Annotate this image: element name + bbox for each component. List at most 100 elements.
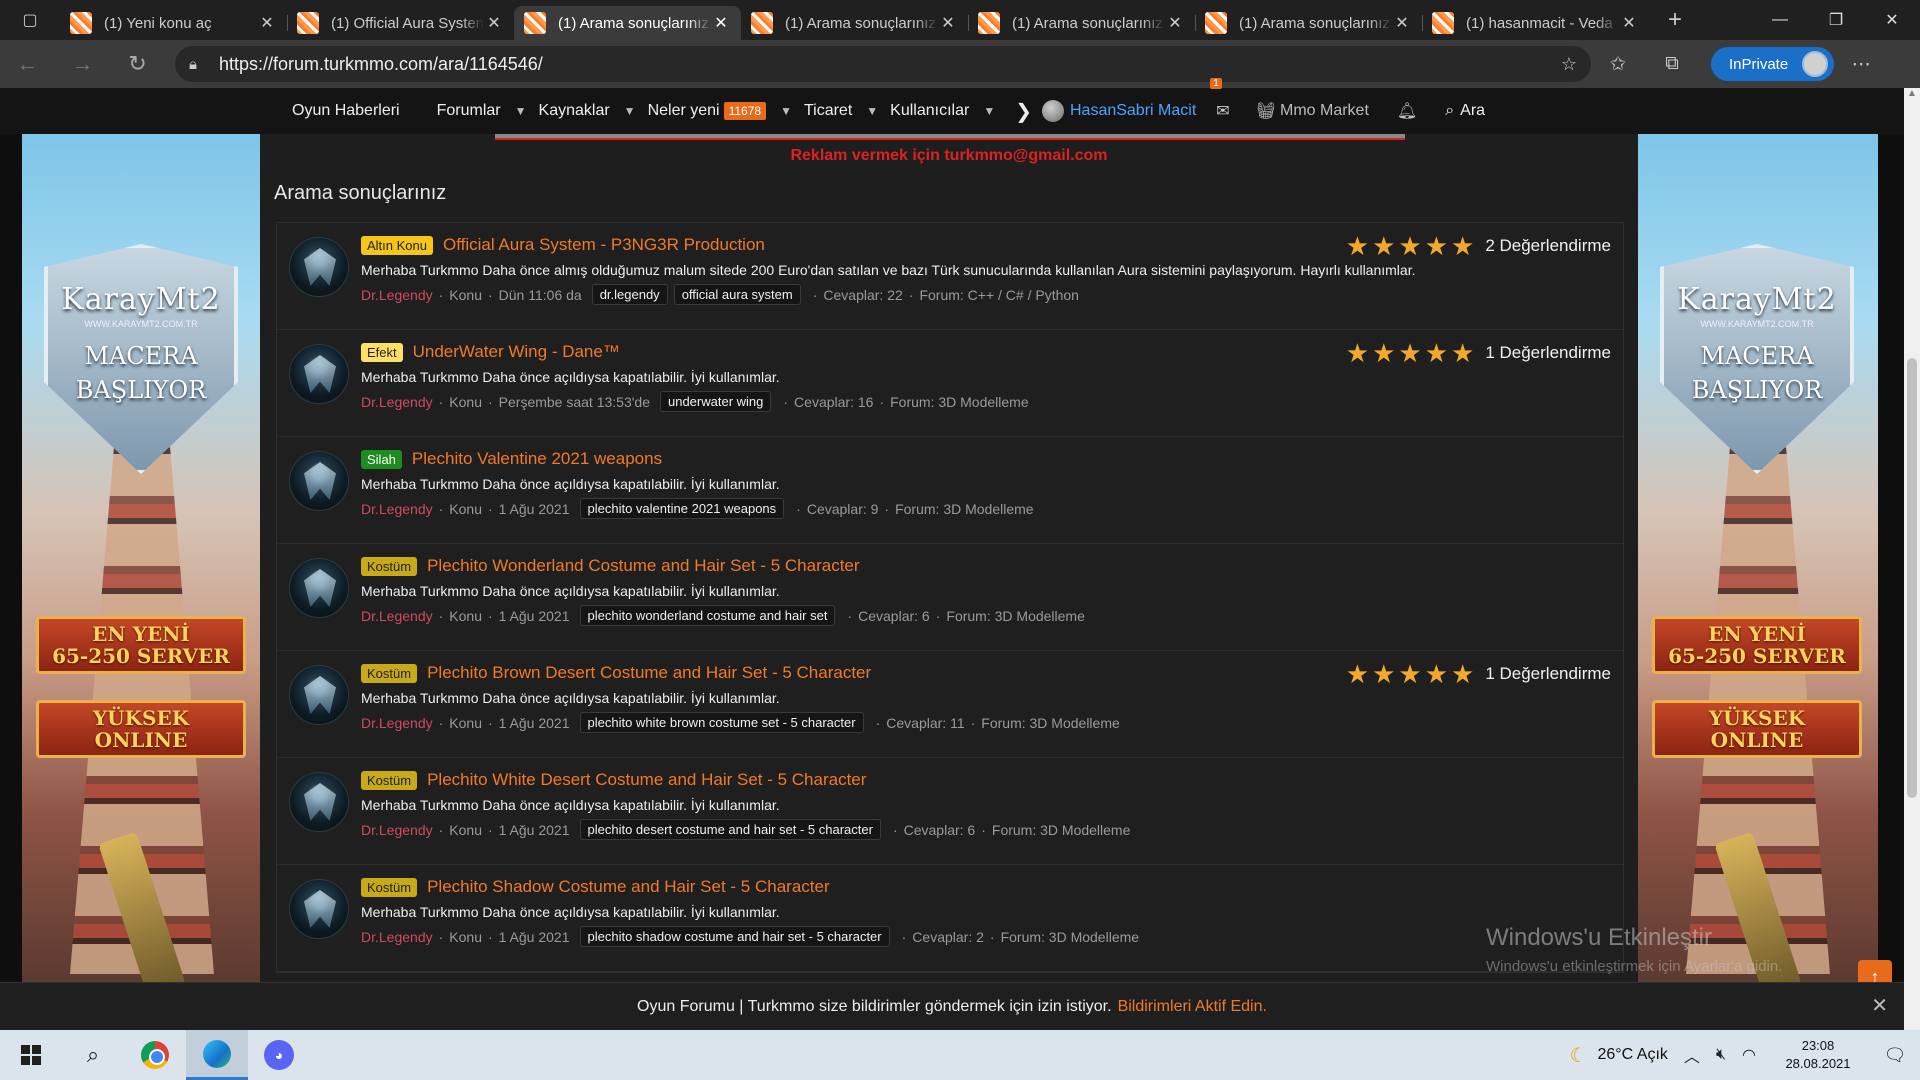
close-notify-icon[interactable]: ✕ <box>1871 993 1888 1018</box>
thread-title-link[interactable]: UnderWater Wing - Dane™ <box>413 342 620 362</box>
scroll-up-arrow-icon[interactable]: ▲ <box>1904 88 1920 104</box>
tag-chip[interactable]: plechito desert costume and hair set - 5… <box>579 819 881 840</box>
taskbar-chrome[interactable] <box>124 1030 186 1080</box>
caret-down-icon[interactable]: ▼ <box>515 104 527 118</box>
back-button[interactable]: ← <box>0 40 55 88</box>
author-link[interactable]: Dr.Legendy <box>361 287 433 303</box>
notifications-button[interactable]: 🔔︎ <box>1397 88 1417 134</box>
author-link[interactable]: Dr.Legendy <box>361 822 433 838</box>
close-window-icon[interactable]: ✕ <box>1864 0 1920 40</box>
add-favorite-icon[interactable]: ☆ <box>1561 54 1577 75</box>
forum-link[interactable]: Forum: C++ / C# / Python <box>919 287 1079 303</box>
tab-close-icon[interactable]: ✕ <box>1619 13 1639 33</box>
tag-chip[interactable]: underwater wing <box>659 391 772 412</box>
tag-chip[interactable]: plechito wonderland costume and hair set <box>579 605 836 626</box>
thread-title-link[interactable]: Official Aura System - P3NG3R Production <box>443 235 765 255</box>
tab-close-icon[interactable]: ✕ <box>1392 13 1412 33</box>
caret-down-icon[interactable]: ▼ <box>624 104 636 118</box>
right-ad-banner[interactable]: KarayMt2 WWW.KARAYMT2.COM.TR MACERA BAŞLI… <box>1638 134 1878 982</box>
forward-button[interactable]: → <box>55 40 110 88</box>
forum-link[interactable]: Forum: 3D Modelleme <box>890 394 1029 410</box>
chevron-up-icon[interactable]: ︿ <box>1684 1043 1700 1067</box>
tab-actions-button[interactable]: ▢ <box>0 0 60 40</box>
author-avatar[interactable] <box>289 772 349 832</box>
tab-close-icon[interactable]: ✕ <box>257 13 277 33</box>
thread-title-link[interactable]: Plechito White Desert Costume and Hair S… <box>427 770 866 790</box>
tag-chip[interactable]: official aura system <box>673 284 801 305</box>
caret-down-icon[interactable]: ▼ <box>983 104 995 118</box>
author-avatar[interactable] <box>289 344 349 404</box>
tag-chip[interactable]: plechito shadow costume and hair set - 5… <box>579 926 890 947</box>
new-tab-button[interactable]: + <box>1655 6 1695 34</box>
tag-chip[interactable]: plechito valentine 2021 weapons <box>579 498 785 519</box>
taskbar-search-button[interactable]: ⌕ <box>62 1030 124 1080</box>
author-link[interactable]: Dr.Legendy <box>361 394 433 410</box>
browser-tab-active[interactable]: (1) Arama sonuçlarınız ✕ <box>514 6 741 40</box>
scrollbar-thumb[interactable] <box>1907 358 1917 798</box>
author-avatar[interactable] <box>289 558 349 618</box>
thread-title-link[interactable]: Plechito Brown Desert Costume and Hair S… <box>427 663 871 683</box>
author-avatar[interactable] <box>289 451 349 511</box>
browser-tab[interactable]: (1) hasanmacit - Veda ✕ <box>1422 6 1649 40</box>
thread-title-link[interactable]: Plechito Valentine 2021 weapons <box>412 449 662 469</box>
tag-chip[interactable]: dr.legendy <box>591 284 668 305</box>
settings-more-button[interactable]: ⋯ <box>1834 40 1888 88</box>
ad-contact-text[interactable]: Reklam vermek için turkmmo@gmail.com <box>260 147 1638 165</box>
left-ad-banner[interactable]: KarayMt2 WWW.KARAYMT2.COM.TR MACERA BAŞLI… <box>22 134 260 982</box>
author-link[interactable]: Dr.Legendy <box>361 715 433 731</box>
nav-oyun-haberleri[interactable]: Oyun Haberleri <box>292 88 400 134</box>
nav-kullanicilar[interactable]: Kullanıcılar ▼ <box>890 88 1007 134</box>
thread-title-link[interactable]: Plechito Wonderland Costume and Hair Set… <box>427 556 859 576</box>
author-avatar[interactable] <box>289 665 349 725</box>
taskbar-edge[interactable] <box>186 1030 248 1080</box>
author-link[interactable]: Dr.Legendy <box>361 929 433 945</box>
nav-ticaret[interactable]: Ticaret ▼ <box>804 88 890 134</box>
tag-chip[interactable]: plechito white brown costume set - 5 cha… <box>579 712 864 733</box>
author-link[interactable]: Dr.Legendy <box>361 501 433 517</box>
forum-link[interactable]: Forum: 3D Modelleme <box>946 608 1085 624</box>
inbox-button[interactable]: 1 ✉ <box>1210 78 1230 134</box>
tab-close-icon[interactable]: ✕ <box>484 13 504 33</box>
browser-tab[interactable]: (1) Arama sonuçlarınız ✕ <box>1195 6 1422 40</box>
weather-text[interactable]: 26°C Açık <box>1597 1046 1667 1064</box>
minimize-icon[interactable]: — <box>1752 0 1808 40</box>
nav-neler-yeni[interactable]: Neler yeni 11678 ▼ <box>648 88 804 134</box>
refresh-button[interactable]: ↻ <box>110 40 165 88</box>
author-link[interactable]: Dr.Legendy <box>361 608 433 624</box>
author-avatar[interactable] <box>289 237 349 297</box>
start-button[interactable] <box>0 1030 62 1080</box>
forum-link[interactable]: Forum: 3D Modelleme <box>981 715 1120 731</box>
wifi-icon[interactable]: ◠ <box>1742 1045 1756 1065</box>
caret-down-icon[interactable]: ▼ <box>780 104 792 118</box>
tab-close-icon[interactable]: ✕ <box>1165 13 1185 33</box>
nav-scroll-right[interactable]: ❯ <box>1007 88 1042 134</box>
author-avatar[interactable] <box>289 879 349 939</box>
browser-tab[interactable]: (1) Yeni konu aç ✕ <box>60 6 287 40</box>
forum-link[interactable]: Forum: 3D Modelleme <box>895 501 1034 517</box>
browser-tab[interactable]: (1) Arama sonuçlarınız ✕ <box>741 6 968 40</box>
user-menu[interactable]: HasanSabri Macit <box>1041 88 1196 134</box>
url-field[interactable]: 🔒︎ https://forum.turkmmo.com/ara/1164546… <box>175 46 1591 82</box>
taskbar-discord[interactable]: ◕ <box>248 1030 310 1080</box>
browser-tab[interactable]: (1) Official Aura System ✕ <box>287 6 514 40</box>
search-button[interactable]: ⌕ Ara <box>1445 88 1485 134</box>
browser-tab[interactable]: (1) Arama sonuçlarınız ✕ <box>968 6 1195 40</box>
caret-down-icon[interactable]: ▼ <box>866 104 878 118</box>
action-center-icon[interactable]: 🗨︎ <box>1870 1045 1920 1066</box>
top-ad-strip[interactable] <box>495 134 1405 140</box>
clock[interactable]: 23:08 28.08.2021 <box>1778 1037 1858 1073</box>
inprivate-button[interactable]: InPrivate <box>1711 47 1835 81</box>
tab-close-icon[interactable]: ✕ <box>711 13 731 33</box>
page-scrollbar[interactable]: ▲ <box>1904 88 1920 1030</box>
collections-button[interactable]: ⧉ <box>1645 40 1699 88</box>
speaker-muted-icon[interactable]: 🔇︎ <box>1716 1046 1726 1064</box>
maximize-icon[interactable]: ❐ <box>1808 0 1864 40</box>
enable-notifications-link[interactable]: Bildirimleri Aktif Edin. <box>1118 998 1267 1016</box>
nav-kaynaklar[interactable]: Kaynaklar ▼ <box>539 88 648 134</box>
thread-title-link[interactable]: Plechito Shadow Costume and Hair Set - 5… <box>427 877 830 897</box>
nav-forumlar[interactable]: Forumlar ▼ <box>437 88 539 134</box>
forum-link[interactable]: Forum: 3D Modelleme <box>992 822 1131 838</box>
tab-close-icon[interactable]: ✕ <box>938 13 958 33</box>
mmo-market-link[interactable]: 🧺︎ Mmo Market <box>1256 88 1369 134</box>
forum-link[interactable]: Forum: 3D Modelleme <box>1001 929 1140 945</box>
